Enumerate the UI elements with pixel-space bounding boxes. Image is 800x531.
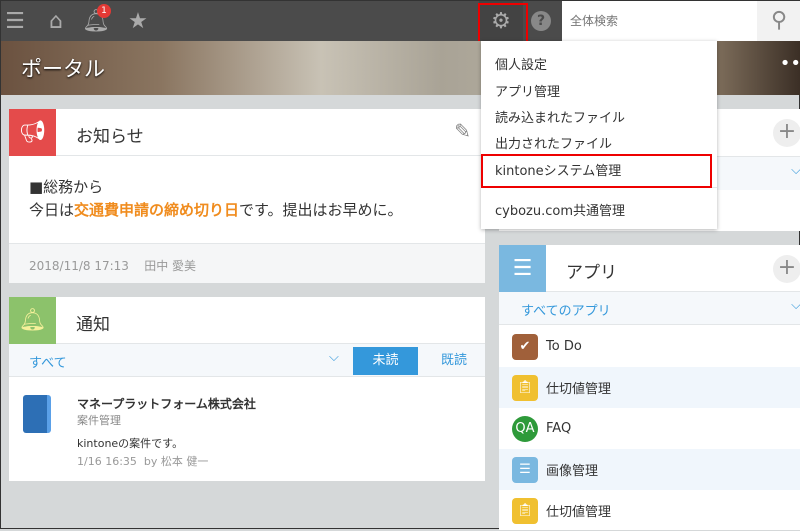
more-icon[interactable]: •• (780, 53, 800, 74)
announcement-line1: ■総務から (29, 178, 104, 196)
notification-item-body: kintoneの案件です。 (77, 437, 184, 450)
home-icon[interactable]: ⌂ (41, 1, 71, 41)
clipboard-icon: 📋︎ (512, 497, 538, 524)
menu-item-personal-settings[interactable]: 個人設定 (495, 54, 547, 73)
list-icon: ☰ (499, 245, 546, 292)
notification-item-meta: 1/16 16:35 by 松本 健一 (77, 455, 209, 468)
clipboard-icon: 📋︎ (512, 374, 538, 401)
announcement-title: お知らせ (76, 127, 144, 147)
settings-menu: 個人設定 アプリ管理 読み込まれたファイル 出力されたファイル kintoneシ… (481, 41, 717, 229)
app-item[interactable]: ☰ 画像管理 (499, 449, 800, 490)
notification-item-app: 案件管理 (77, 414, 121, 427)
menu-item-cybozu-admin[interactable]: cybozu.com共通管理 (495, 200, 625, 219)
top-bar: ☰ ⌂ 🔔︎ 1 ★ ⚙ ? ⚲ (1, 1, 800, 41)
tab-read[interactable]: 既読 (429, 347, 479, 375)
menu-item-exported-files[interactable]: 出力されたファイル (495, 133, 612, 152)
tab-unread[interactable]: 未読 (353, 347, 418, 375)
apps-filter-dropdown[interactable]: すべてのアプリ (521, 300, 611, 319)
gear-highlight (478, 3, 528, 45)
add-icon[interactable]: + (773, 119, 800, 147)
add-app-icon[interactable]: + (773, 255, 800, 283)
notification-card: 🔔︎ 通知 すべて ⌵ 未読 既読 マネープラットフォーム株式会社 案件管理 k… (9, 297, 485, 481)
app-item[interactable]: 📋︎ 仕切値管理 (499, 490, 800, 531)
notebook-icon (23, 395, 51, 433)
search-icon[interactable]: ⚲ (757, 1, 800, 41)
filter-dropdown[interactable]: すべて (29, 352, 67, 371)
menu-item-imported-files[interactable]: 読み込まれたファイル (495, 107, 625, 126)
app-item[interactable]: QA FAQ (499, 408, 800, 449)
chevron-down-icon[interactable]: ⌵ (791, 163, 800, 178)
page-title: ポータル (21, 57, 105, 81)
star-icon[interactable]: ★ (123, 1, 153, 41)
kintone-admin-highlight (481, 154, 712, 188)
app-item[interactable]: ✔ To Do (499, 326, 800, 367)
help-icon[interactable]: ? (527, 1, 555, 41)
menu-item-app-management[interactable]: アプリ管理 (495, 81, 560, 100)
search-input[interactable] (562, 1, 757, 41)
bell-icon[interactable]: 🔔︎ 1 (81, 1, 111, 41)
notification-title: 通知 (76, 315, 110, 335)
faq-icon: QA (512, 415, 538, 442)
menu-icon[interactable]: ☰ (1, 1, 29, 41)
edit-icon[interactable]: ✎ (454, 119, 471, 143)
apps-title: アプリ (566, 263, 617, 283)
list-icon: ☰ (512, 456, 538, 483)
announcement-footer: 2018/11/8 17:13 田中 愛美 (9, 243, 485, 283)
chevron-down-icon[interactable]: ⌵ (329, 350, 339, 365)
chevron-down-icon[interactable]: ⌵ (791, 298, 800, 313)
notification-badge: 1 (97, 4, 111, 18)
todo-icon: ✔ (512, 333, 538, 360)
announcement-line2: 今日は交通費申請の締め切り日です。提出はお早めに。 (29, 201, 403, 219)
notification-item-title[interactable]: マネープラットフォーム株式会社 (77, 395, 256, 412)
bell-icon: 🔔︎ (9, 297, 56, 344)
app-item[interactable]: 📋︎ 仕切値管理 (499, 367, 800, 408)
apps-card: ☰ アプリ + すべてのアプリ ⌵ ✔ To Do 📋︎ 仕切値管理 QA FAQ ☰… (499, 245, 800, 530)
megaphone-icon: 📢︎ (9, 109, 56, 156)
announcement-card: 📢︎ お知らせ ✎ ■総務から 今日は交通費申請の締め切り日です。提出はお早めに… (9, 109, 485, 283)
